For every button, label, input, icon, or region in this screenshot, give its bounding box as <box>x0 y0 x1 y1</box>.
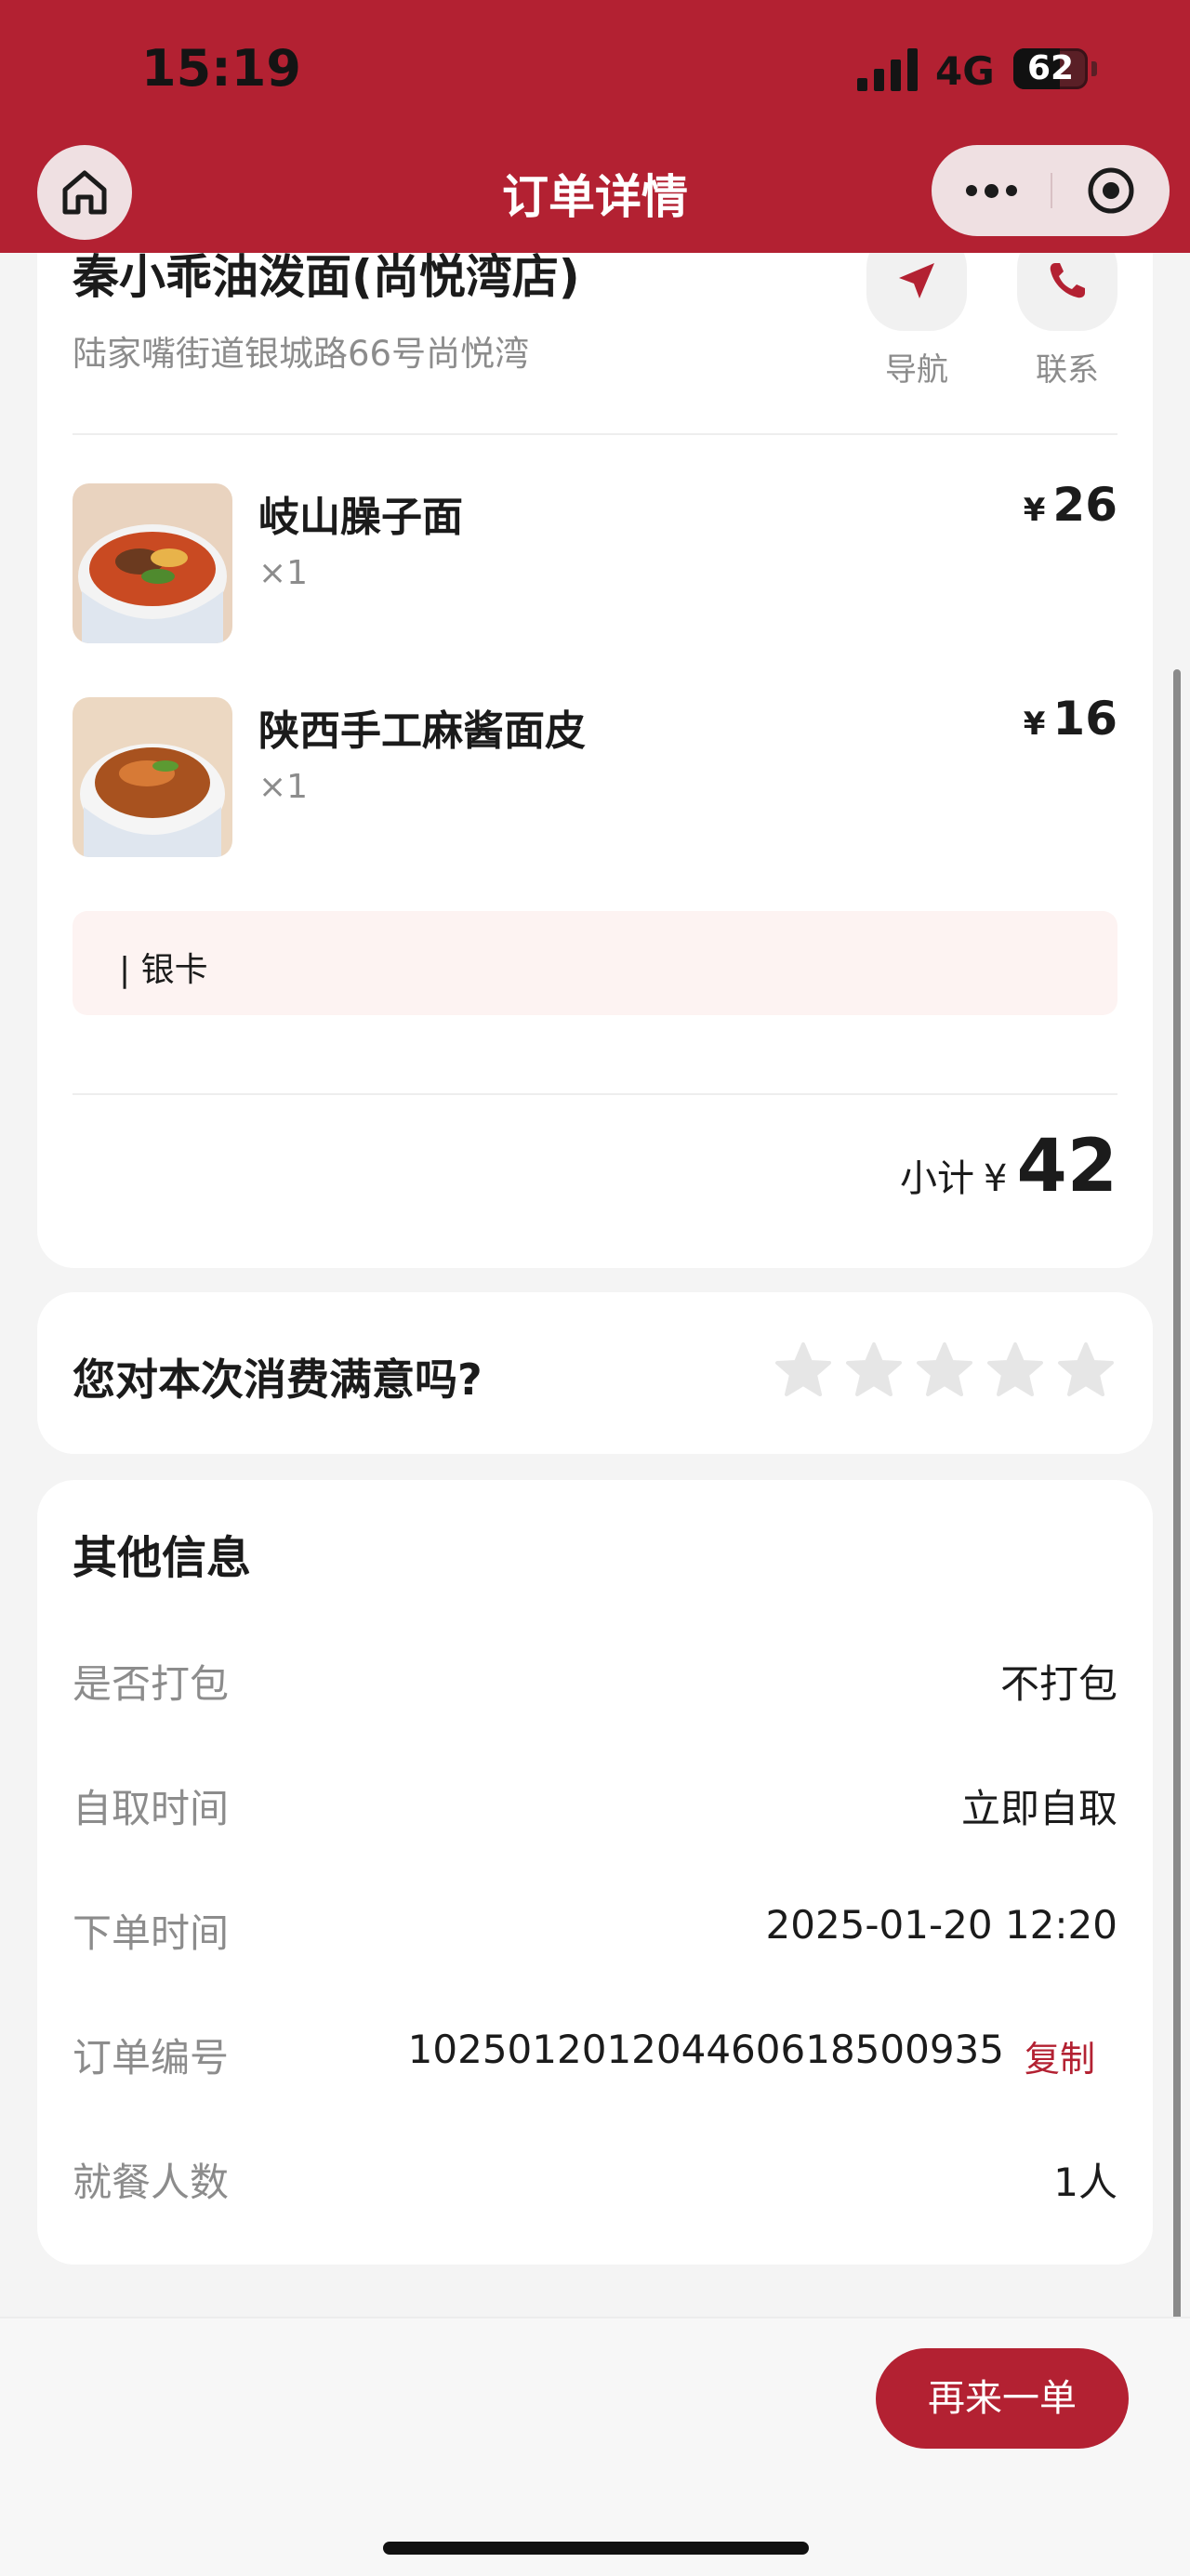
signal-icon <box>857 48 918 91</box>
dish-thumbnail <box>73 483 232 643</box>
more-dot-icon <box>965 185 977 196</box>
info-key: 下单时间 <box>73 1910 230 1956</box>
scrollbar[interactable] <box>1173 669 1181 2432</box>
battery-icon: 62 <box>1013 48 1088 89</box>
item-price: ¥26 <box>1024 478 1117 532</box>
star-icon[interactable] <box>1056 1341 1116 1400</box>
more-button[interactable] <box>932 145 1051 236</box>
order-item: 岐山臊子面 ×1 ¥26 <box>73 478 1117 643</box>
info-key: 自取时间 <box>73 1786 230 1831</box>
info-row-packing: 是否打包 不打包 <box>73 1653 1117 1709</box>
item-name: 岐山臊子面 <box>258 494 463 541</box>
section-title: 其他信息 <box>73 1532 252 1584</box>
divider <box>73 433 1117 435</box>
store-address: 陆家嘴街道银城路66号尚悦湾 <box>73 334 530 374</box>
order-item: 陕西手工麻酱面皮 ×1 ¥16 <box>73 692 1117 857</box>
item-price-value: 16 <box>1052 692 1117 746</box>
navigate-label: 导航 <box>885 351 948 389</box>
info-row-order-time: 下单时间 2025-01-20 12:20 <box>73 1902 1117 1958</box>
info-row-pickup-time: 自取时间 立即自取 <box>73 1777 1117 1833</box>
mini-program-capsule <box>932 145 1170 236</box>
star-icon[interactable] <box>985 1341 1045 1400</box>
phone-icon <box>1050 263 1085 298</box>
order-number: 10250120120446061850093​5 <box>407 2027 1004 2072</box>
info-value: 不打包 <box>999 1661 1117 1707</box>
info-value: 2025-01-20 12:20 <box>765 1902 1117 1948</box>
info-row-diners: 就餐人数 1人 <box>73 2151 1117 2207</box>
order-card: 秦小乖油泼面(尚悦湾店) 陆家嘴街道银城路66号尚悦湾 导航 联系 岐山臊子面 … <box>37 186 1153 1268</box>
info-key: 订单编号 <box>73 2035 230 2081</box>
subtotal: 小计 ¥ 42 <box>900 1125 1117 1209</box>
remark-box: | 银卡 <box>73 911 1117 1015</box>
divider <box>73 1093 1117 1095</box>
more-dot-icon <box>1005 185 1017 196</box>
star-icon[interactable] <box>844 1341 904 1400</box>
navigate-button[interactable]: 导航 <box>866 231 967 390</box>
target-icon <box>1088 167 1134 214</box>
rating-card: 您对本次消费满意吗? <box>37 1292 1153 1454</box>
info-key: 就餐人数 <box>73 2160 230 2205</box>
more-dot-icon <box>984 183 998 198</box>
currency-symbol: ¥ <box>1023 492 1046 529</box>
star-icon[interactable] <box>915 1341 974 1400</box>
item-price-value: 26 <box>1052 478 1117 532</box>
rating-question: 您对本次消费满意吗? <box>73 1354 483 1405</box>
item-quantity: ×1 <box>258 554 309 592</box>
star-rating <box>774 1341 1116 1400</box>
item-name: 陕西手工麻酱面皮 <box>258 707 586 755</box>
header: 15:19 4G 62 订单详情 <box>0 0 1190 253</box>
contact-label: 联系 <box>1036 351 1099 389</box>
info-value: 立即自取 <box>960 1786 1117 1831</box>
dish-thumbnail <box>73 697 232 857</box>
copy-button[interactable]: 复制 <box>1025 2030 1095 2081</box>
info-row-order-number: 订单编号 10250120120446061850093​5 复制 <box>73 2027 1117 2082</box>
star-icon[interactable] <box>774 1341 833 1400</box>
currency-symbol: ¥ <box>1023 706 1046 743</box>
info-key: 是否打包 <box>73 1661 230 1707</box>
close-miniprogram-button[interactable] <box>1052 145 1170 236</box>
bottom-bar: 再来一单 <box>0 2317 1190 2576</box>
battery-percent: 62 <box>1026 49 1075 87</box>
subtotal-label: 小计 <box>900 1157 974 1200</box>
item-quantity: ×1 <box>258 768 309 806</box>
navigation-arrow-icon <box>899 263 934 298</box>
currency-symbol: ¥ <box>984 1157 1008 1200</box>
item-price: ¥16 <box>1024 692 1117 746</box>
status-time: 15:19 <box>141 39 301 98</box>
subtotal-amount: 42 <box>1016 1125 1117 1209</box>
home-indicator <box>383 2542 809 2555</box>
other-info-card: 其他信息 是否打包 不打包 自取时间 立即自取 下单时间 2025-01-20 … <box>37 1480 1153 2265</box>
network-type: 4G <box>935 48 995 94</box>
reorder-button[interactable]: 再来一单 <box>876 2348 1129 2449</box>
info-value: 1人 <box>1053 2160 1117 2205</box>
contact-button[interactable]: 联系 <box>1017 231 1117 390</box>
battery-tip <box>1091 61 1097 76</box>
remark-text: | 银卡 <box>119 951 208 989</box>
